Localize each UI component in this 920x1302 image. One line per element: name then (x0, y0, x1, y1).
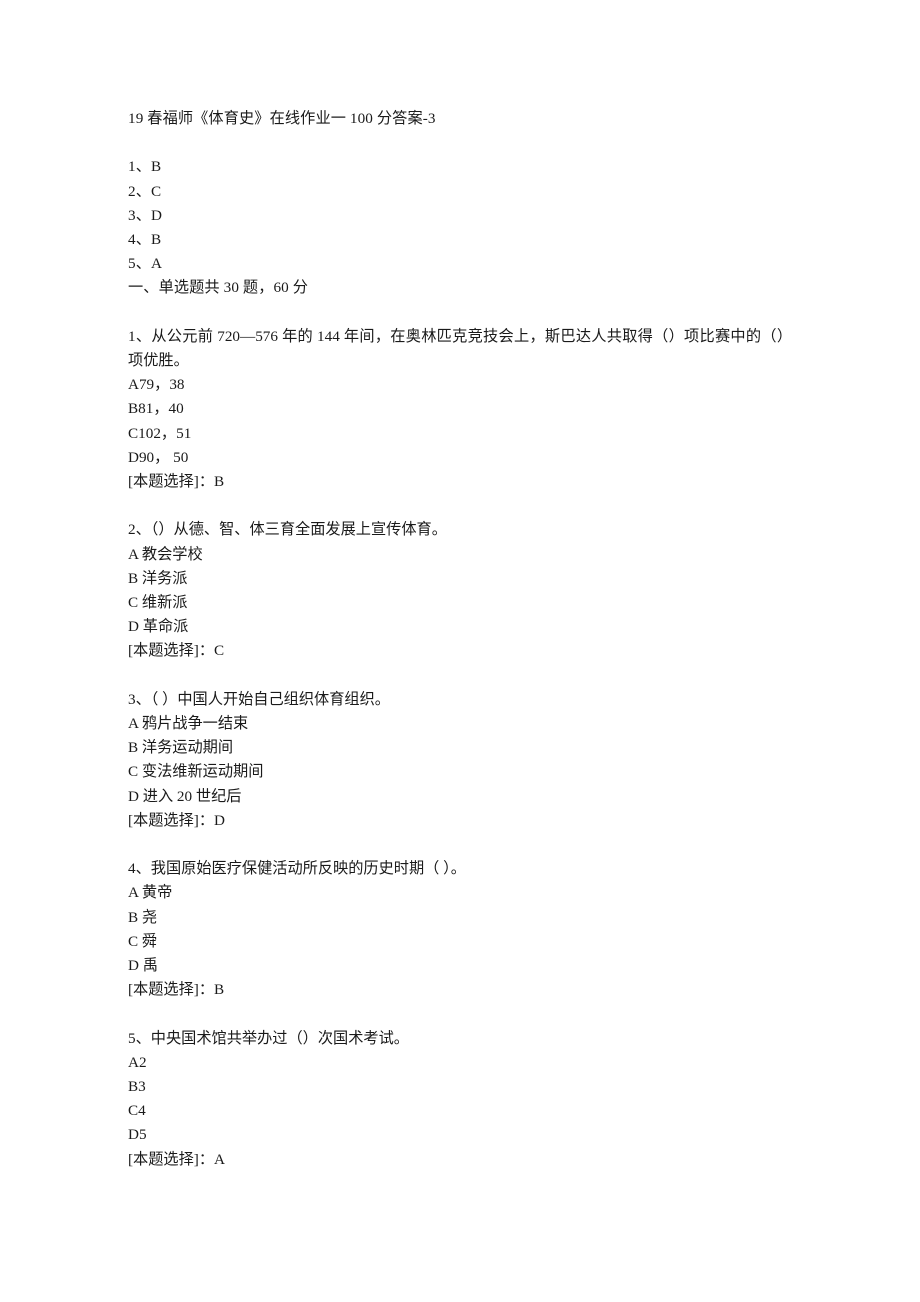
question-block-5: 5、中央国术馆共举办过（）次国术考试。 A2 B3 C4 D5 [本题选择]：A (128, 1027, 792, 1172)
question-answer: [本题选择]：B (128, 981, 225, 999)
document-title: 19 春福师《体育史》在线作业一 100 分答案-3 (128, 110, 436, 127)
question-option: C 变法维新运动期间 (128, 763, 264, 781)
question-answer: [本题选择]：A (128, 1150, 226, 1168)
question-gap (128, 833, 792, 857)
answer-key-item: 2、C (128, 182, 162, 200)
question-block-3: 3、（ ）中国人开始自己组织体育组织。 A 鸦片战争一结束 B 洋务运动期间 C… (128, 688, 792, 833)
question-option: B3 (128, 1078, 146, 1096)
title-gap (128, 131, 792, 155)
question-stem: 2、（）从德、智、体三育全面发展上宣传体育。 (128, 521, 447, 539)
question-answer: [本题选择]：B (128, 473, 225, 491)
document-page: 19 春福师《体育史》在线作业一 100 分答案-3 1、B 2、C 3、D 4… (0, 0, 920, 1302)
question-option: C102，51 (128, 424, 192, 442)
question-option: A 教会学校 (128, 545, 203, 563)
section-heading: 一、单选题共 30 题，60 分 (128, 279, 309, 297)
question-option: D90， 50 (128, 448, 189, 466)
answer-key-item: 3、D (128, 206, 163, 224)
question-stem: 5、中央国术馆共举办过（）次国术考试。 (128, 1029, 409, 1047)
question-gap (128, 664, 792, 688)
question-block-4: 4、我国原始医疗保健活动所反映的历史时期（ ）。 A 黄帝 B 尧 C 舜 D … (128, 857, 792, 1002)
answer-key-item: 5、A (128, 255, 163, 273)
question-gap (128, 494, 792, 518)
question-answer: [本题选择]：D (128, 811, 226, 829)
question-option: C4 (128, 1102, 146, 1120)
question-option: B81，40 (128, 400, 184, 418)
question-stem: 1、从公元前 720—576 年的 144 年间，在奥林匹克竞技会上，斯巴达人共… (128, 327, 792, 369)
question-option: B 洋务运动期间 (128, 739, 234, 757)
answer-key-item: 4、B (128, 231, 162, 248)
question-option: A 鸦片战争一结束 (128, 715, 249, 733)
question-option: D5 (128, 1126, 147, 1144)
question-option: A79，38 (128, 376, 185, 394)
question-option: D 革命派 (128, 618, 189, 636)
question-stem: 4、我国原始医疗保健活动所反映的历史时期（ ）。 (128, 860, 466, 878)
question-option: B 洋务派 (128, 569, 188, 587)
answer-key-list: 1、B 2、C 3、D 4、B 5、A (128, 155, 792, 276)
question-gap (128, 1002, 792, 1026)
question-stem: 3、（ ）中国人开始自己组织体育组织。 (128, 690, 390, 708)
question-option: C 舜 (128, 932, 158, 950)
question-option: C 维新派 (128, 594, 188, 612)
question-block-1: 1、从公元前 720—576 年的 144 年间，在奥林匹克竞技会上，斯巴达人共… (128, 325, 792, 494)
document-body: 19 春福师《体育史》在线作业一 100 分答案-3 1、B 2、C 3、D 4… (128, 107, 792, 1172)
question-option: B 尧 (128, 908, 158, 926)
question-block-2: 2、（）从德、智、体三育全面发展上宣传体育。 A 教会学校 B 洋务派 C 维新… (128, 518, 792, 663)
question-option: A2 (128, 1053, 147, 1071)
question-answer: [本题选择]：C (128, 642, 225, 660)
question-option: D 进入 20 世纪后 (128, 787, 242, 805)
answer-key-item: 1、B (128, 158, 162, 176)
question-option: A 黄帝 (128, 884, 173, 902)
question-option: D 禹 (128, 957, 158, 975)
